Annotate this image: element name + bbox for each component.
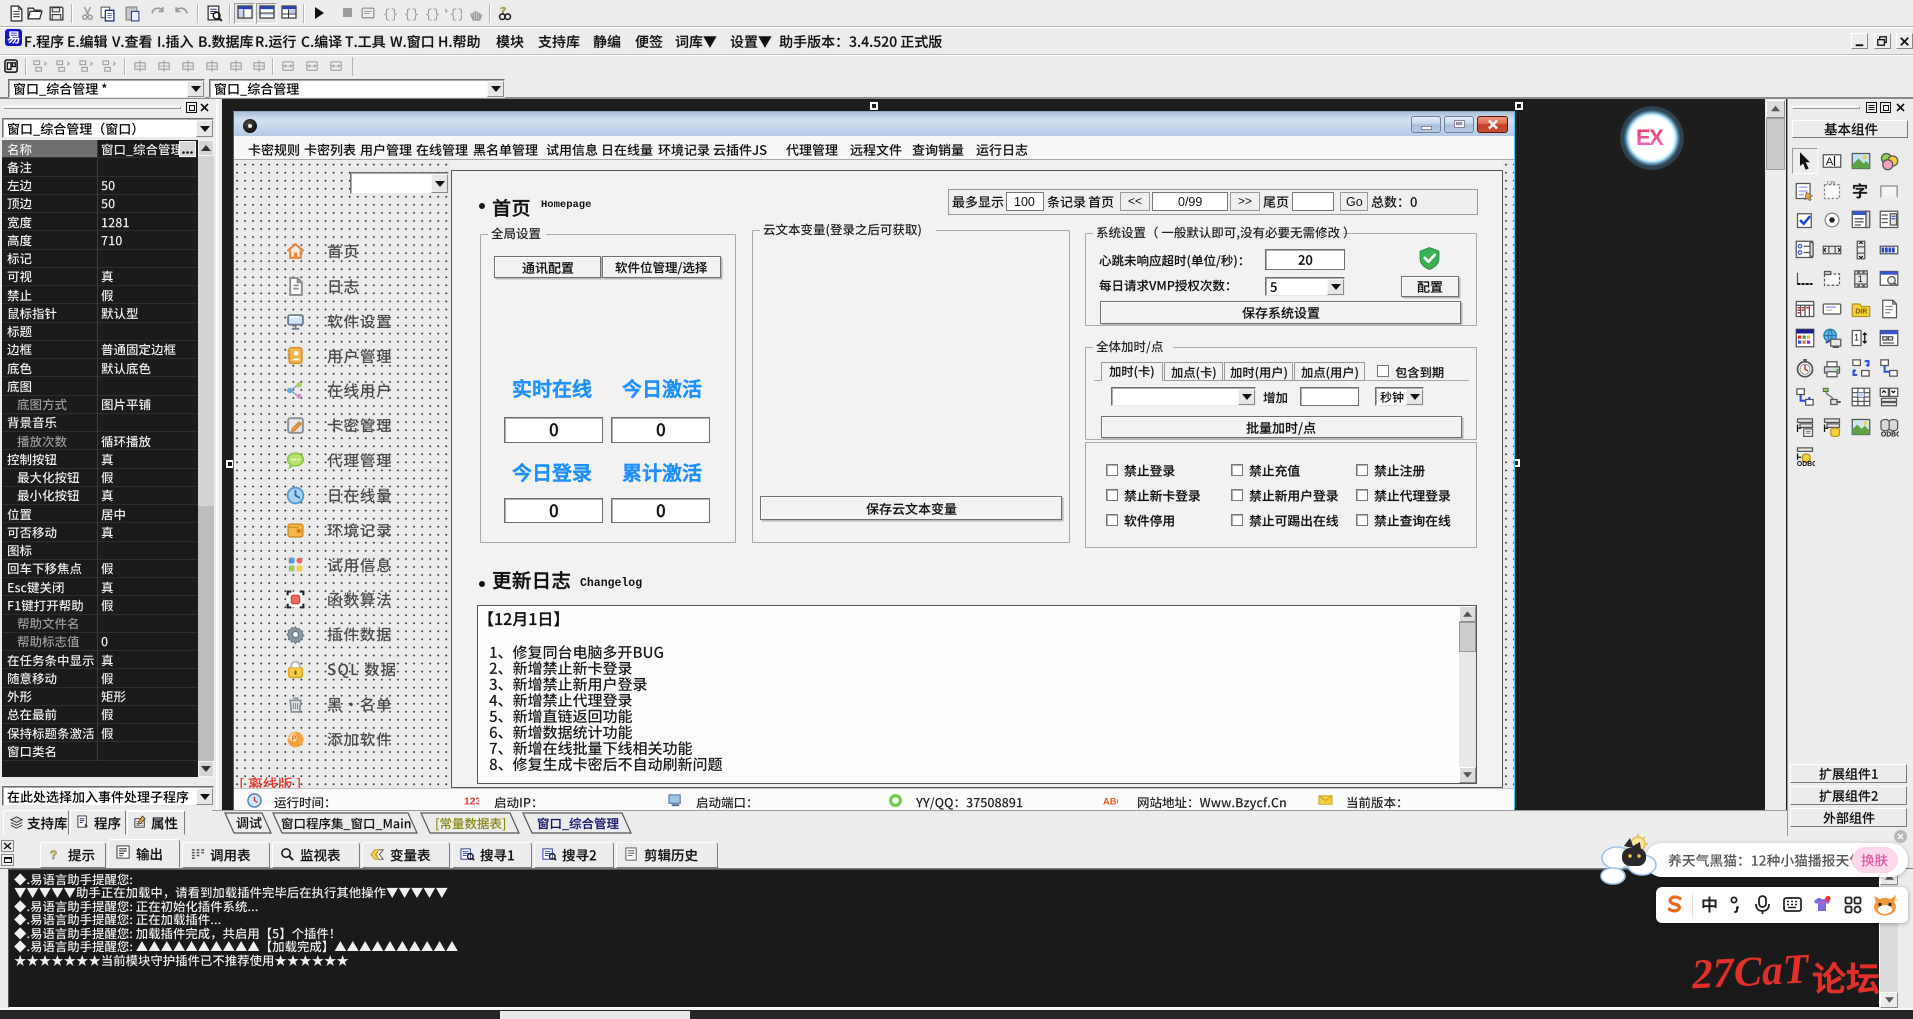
svg-text:{}: {} (425, 7, 440, 22)
svg-text:1: 1 (1858, 274, 1863, 284)
svg-text:?: ? (50, 848, 57, 862)
svg-text:CN: CN (1827, 181, 1835, 187)
svg-text:123: 123 (464, 796, 479, 807)
svg-text:P: P (292, 733, 297, 742)
svg-text:ABC: ABC (1103, 796, 1118, 806)
svg-text:*{}: *{} (445, 7, 462, 22)
svg-text:DIR: DIR (1855, 308, 1867, 315)
svg-text:{}: {} (404, 7, 419, 22)
svg-text:ODBC: ODBC (1797, 461, 1815, 466)
svg-text:A: A (1826, 156, 1834, 168)
svg-text:{}: {} (383, 7, 398, 22)
svg-text:ODBC: ODBC (1881, 431, 1899, 437)
svg-text:1: 1 (1854, 333, 1859, 343)
